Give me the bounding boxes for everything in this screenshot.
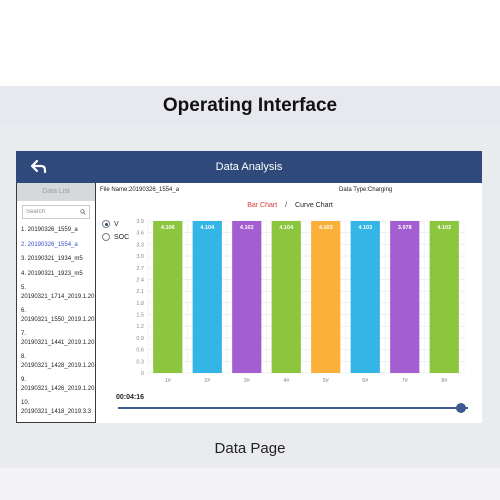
playback-slider-track[interactable] (118, 407, 468, 409)
y-tick-label: 0.9 (136, 336, 144, 342)
data-type-label: Data Type:Charging (339, 187, 393, 193)
bar (271, 221, 301, 373)
bar-data-label: 3.978 (398, 225, 412, 231)
y-tick-label: 3.9 (136, 219, 144, 225)
main-panel: File Name:20190326_1554_a Data Type:Char… (98, 183, 482, 423)
page-heading: Operating Interface (162, 95, 338, 116)
x-tick-label: 8# (441, 378, 448, 384)
bar (390, 221, 420, 373)
bar-data-label: 4.104 (200, 225, 215, 231)
tab-separator: / (285, 202, 288, 209)
search-input[interactable] (26, 209, 80, 215)
bar (429, 221, 459, 373)
file-list-item[interactable]: 7. 20190321_1441_2019.1.20 (21, 327, 94, 350)
tab-bar-chart[interactable]: Bar Chart (247, 202, 277, 209)
bar-data-label: 4.103 (319, 225, 333, 231)
file-list-item[interactable]: 3. 20190321_1934_m5 (21, 252, 91, 267)
file-list-item[interactable]: 8. 20190321_1428_2019.1.20 (21, 350, 94, 373)
y-tick-label: 1.5 (136, 313, 144, 319)
radio-option-soc[interactable]: SOC (102, 233, 129, 241)
file-list: 1. 20190326_1559_a 2. 20190326_1554_a 3.… (17, 223, 95, 419)
y-tick-label: 2.4 (136, 277, 144, 283)
top-blank-area (0, 0, 500, 86)
x-tick-label: 7# (402, 378, 409, 384)
playback-slider-handle[interactable] (456, 403, 466, 413)
file-list-item[interactable]: 1. 20190326_1559_a (21, 223, 91, 238)
x-tick-label: 3# (244, 378, 251, 384)
app-header-title: Data Analysis (215, 161, 283, 173)
file-list-item[interactable]: 6. 20190321_1550_2019.1.20 (21, 304, 94, 327)
radio-label-soc: SOC (114, 233, 130, 241)
chart-tabs: Bar Chart / Curve Chart (98, 202, 482, 209)
radio-label-v: V (114, 220, 119, 228)
page-caption: Data Page (214, 440, 286, 457)
tab-curve-chart[interactable]: Curve Chart (295, 202, 333, 209)
x-tick-label: 6# (362, 378, 369, 384)
bar-data-label: 4.106 (161, 225, 175, 231)
data-list-header: Data List (17, 183, 95, 201)
x-tick-label: 4# (283, 378, 290, 384)
radio-option-v[interactable]: V (102, 220, 129, 228)
bar-data-label: 4.102 (240, 225, 254, 231)
search-icon[interactable] (80, 208, 86, 216)
y-tick-label: 2.1 (136, 289, 144, 295)
back-arrow-icon[interactable] (30, 159, 48, 175)
file-list-item[interactable]: 5. 20190321_1714_2019.1.20 (21, 281, 94, 304)
metric-radio-group: V SOC (102, 220, 129, 246)
file-list-item[interactable]: 4. 20190321_1923_m5 (21, 267, 91, 282)
y-tick-label: 0.3 (136, 359, 144, 365)
file-list-item[interactable]: 9. 20190321_1426_2019.1.20 (21, 373, 94, 396)
y-tick-label: 0 (141, 371, 144, 377)
y-tick-label: 1.2 (136, 324, 144, 330)
bar (311, 221, 341, 373)
file-list-item-selected[interactable]: 2. 20190326_1554_a (21, 238, 91, 253)
bottom-strip (0, 468, 500, 500)
x-tick-label: 2# (204, 378, 211, 384)
radio-button-v[interactable] (102, 220, 110, 228)
bar (153, 221, 183, 373)
app-window: Data Analysis Data List 1. 20190326_1559… (16, 151, 482, 423)
y-tick-label: 1.8 (136, 301, 144, 307)
file-list-item[interactable]: 10. 20190321_1418_2019.3.3 (21, 396, 91, 419)
radio-button-soc[interactable] (102, 233, 110, 241)
data-list-sidebar: Data List 1. 20190326_1559_a 2. 20190326… (16, 183, 96, 423)
bar-data-label: 4.102 (437, 225, 451, 231)
y-tick-label: 3.0 (136, 254, 144, 260)
y-tick-label: 3.3 (136, 242, 144, 248)
page-heading-band: Operating Interface (0, 86, 500, 126)
x-tick-label: 1# (165, 378, 172, 384)
app-header: Data Analysis (16, 151, 482, 183)
x-tick-label: 5# (323, 378, 330, 384)
y-tick-label: 3.6 (136, 231, 144, 237)
bar (192, 221, 222, 373)
search-box[interactable] (22, 205, 90, 219)
file-name-label: File Name:20190326_1554_a (100, 187, 180, 193)
y-tick-label: 0.6 (136, 348, 144, 354)
voltage-bar-chart: 3.9 3.6 3.3 3.0 2.7 2.4 2.1 1.8 1.5 1.2 0.9 0.6 0.3 0… (136, 219, 465, 384)
bar (350, 221, 380, 373)
y-tick-label: 2.7 (136, 266, 144, 272)
bar (232, 221, 262, 373)
bar-data-label: 4.104 (279, 225, 294, 231)
playback-time: 00:04:16 (116, 394, 145, 401)
bar-data-label: 4.103 (358, 225, 372, 231)
